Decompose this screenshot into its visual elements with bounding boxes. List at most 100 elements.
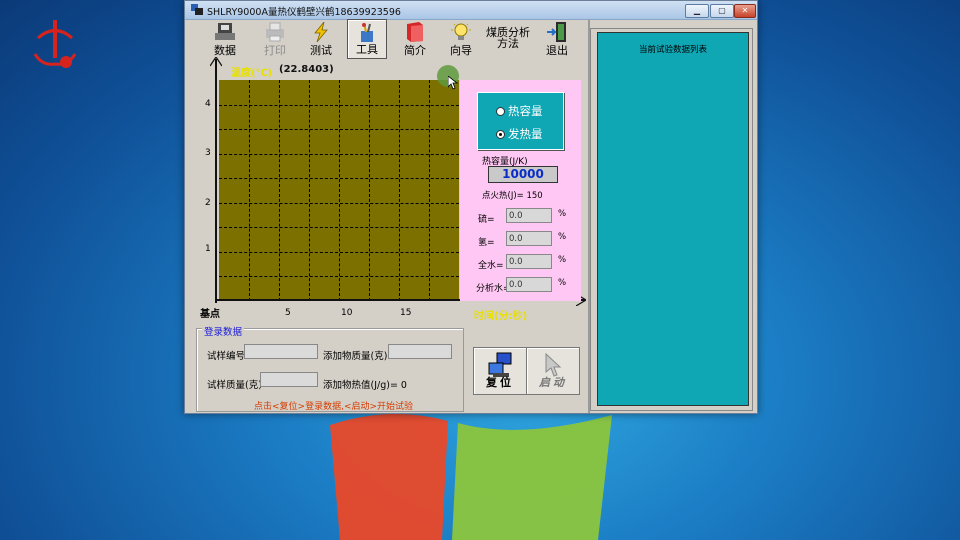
hydrogen-field[interactable]: 0.0 (506, 231, 552, 246)
windows-flag-wallpaper (330, 413, 612, 540)
data-icon (215, 23, 235, 40)
grid-line-vertical (249, 80, 250, 301)
time-axis-label: 时间(分:秒) (474, 311, 528, 322)
additive-heat-label: 添加物热值(J/g)= 0 (323, 380, 407, 391)
app-icon (191, 4, 203, 15)
y-tick-label: 2 (205, 198, 211, 208)
grid-line-horizontal (219, 178, 459, 179)
sample-mass-label: 试样质量(克) (207, 380, 262, 391)
toolbar-coal-method-line2: 方法 (497, 37, 519, 50)
sulfur-unit: % (558, 209, 567, 219)
hydrogen-label: 氢= (478, 238, 495, 248)
reset-button[interactable]: 复位 (473, 347, 527, 395)
radio-heat-capacity[interactable]: 热容量 (496, 103, 543, 119)
grid-line-horizontal (219, 129, 459, 130)
toolbar-intro-button[interactable]: 简介 (395, 19, 435, 59)
grid-line-horizontal (219, 202, 459, 204)
sample-number-input[interactable] (244, 344, 318, 359)
radio-heat-value-label: 发热量 (508, 127, 543, 141)
y-axis (215, 59, 217, 303)
minimize-button[interactable]: ▁ (685, 4, 709, 18)
total-moisture-unit: % (558, 255, 567, 265)
mouse-pointer-icon (448, 76, 458, 90)
desktop-logo-icon (33, 20, 77, 68)
y-tick-label: 3 (205, 148, 211, 158)
parameters-panel: 热容量 发热量 热容量(J/K) 10000 点火热(J)= 150 硫= 0.… (460, 80, 581, 301)
base-point-label: 基点 (200, 309, 220, 320)
toolbar-test-button[interactable]: 测试 (301, 19, 341, 59)
total-moisture-field[interactable]: 0.0 (506, 254, 552, 269)
toolbar-tools-button[interactable]: 工具 (347, 19, 387, 59)
temperature-axis-label: 温度(℃) (231, 68, 273, 79)
login-data-group: 登录数据 试样编号 添加物质量(克) 试样质量(克) 添加物热值(J/g)= 0… (196, 324, 464, 412)
grid-line-vertical (399, 80, 400, 301)
grid-line-vertical (369, 80, 370, 301)
x-tick-label: 5 (285, 308, 291, 318)
heat-capacity-field[interactable]: 10000 (488, 166, 558, 183)
lightning-icon (314, 21, 328, 43)
temperature-plot-area (219, 80, 459, 301)
grid-line-vertical (279, 80, 280, 301)
x-tick-label: 15 (400, 308, 412, 318)
login-data-title: 登录数据 (202, 324, 245, 338)
toolbar-exit-label: 退出 (546, 44, 568, 57)
instruction-hint: 点击<复位>登录数据,<启动>开始试验 (254, 402, 414, 412)
analysis-moisture-field[interactable]: 0.0 (506, 277, 552, 292)
sample-mass-input[interactable] (260, 372, 318, 387)
hydrogen-unit: % (558, 232, 567, 242)
toolbar-data-label: 数据 (214, 44, 236, 57)
chart-panel: 温度(℃) (22.8403) 4 3 2 1 5 10 15 基点 时间(分:… (195, 57, 590, 322)
maximize-button[interactable]: ▢ (710, 4, 734, 18)
grid-line-vertical (339, 80, 340, 301)
additive-mass-label: 添加物质量(克) (323, 351, 388, 362)
exit-door-icon (547, 22, 566, 42)
radio-heat-value[interactable]: 发热量 (496, 126, 543, 142)
book-icon (407, 22, 423, 42)
radio-checked-icon (496, 130, 505, 139)
analysis-moisture-unit: % (558, 278, 567, 288)
printer-icon (266, 22, 284, 42)
y-axis-arrow-icon (210, 57, 222, 67)
temperature-readout: (22.8403) (279, 64, 334, 75)
grid-line-vertical (429, 80, 430, 301)
grid-line-horizontal (219, 251, 459, 253)
lightbulb-icon (451, 23, 471, 40)
toolbar-print-button[interactable]: 打印 (255, 19, 295, 59)
close-button[interactable]: ✕ (734, 4, 756, 18)
test-data-list[interactable]: 当前试验数据列表 (597, 32, 749, 406)
additive-mass-input[interactable] (388, 344, 452, 359)
sulfur-field[interactable]: 0.0 (506, 208, 552, 223)
ignition-heat-label: 点火热(J)= 150 (482, 191, 543, 201)
test-data-list-panel: 当前试验数据列表 (590, 28, 753, 411)
toolbar-exit-button[interactable]: 退出 (537, 19, 577, 59)
toolbar-print-label: 打印 (264, 44, 286, 57)
y-tick-label: 1 (205, 244, 211, 254)
start-button-label: 启动 (539, 376, 567, 389)
grid-line-horizontal (219, 153, 459, 155)
grid-line-vertical (309, 80, 310, 301)
total-moisture-label: 全水= (478, 261, 504, 271)
toolbar-tools-label: 工具 (356, 43, 378, 56)
toolbar: 数据 打印 测试 工具 简介 向导 煤质分析 方法 退出 (195, 19, 585, 59)
grid-line-horizontal (219, 104, 459, 106)
toolbar-data-button[interactable]: 数据 (205, 19, 245, 59)
reset-button-label: 复位 (486, 376, 514, 389)
sulfur-label: 硫= (478, 215, 495, 225)
measurement-mode-group: 热容量 发热量 (477, 92, 564, 150)
toolbar-coal-method-button[interactable]: 煤质分析 方法 (485, 19, 531, 59)
radio-unchecked-icon (496, 107, 505, 116)
toolbar-intro-label: 简介 (404, 44, 426, 57)
window-title: SHLRY9000A量热仪鹤壁兴鹤18639923596 (207, 7, 401, 18)
grid-line-horizontal (219, 227, 459, 228)
radio-heat-capacity-label: 热容量 (508, 104, 543, 118)
toolbar-wizard-button[interactable]: 向导 (441, 19, 481, 59)
start-button[interactable]: 启动 (526, 347, 580, 395)
y-tick-label: 4 (205, 99, 211, 109)
grid-line-horizontal (219, 276, 459, 277)
toolbar-test-label: 测试 (310, 44, 332, 57)
title-bar: SHLRY9000A量热仪鹤壁兴鹤18639923596 ▁ ▢ ✕ (185, 1, 757, 20)
main-window: SHLRY9000A量热仪鹤壁兴鹤18639923596 ▁ ▢ ✕ 数据 打印… (184, 0, 758, 414)
sample-number-label: 试样编号 (207, 351, 246, 362)
x-tick-label: 10 (341, 308, 353, 318)
toolbar-wizard-label: 向导 (450, 44, 472, 57)
